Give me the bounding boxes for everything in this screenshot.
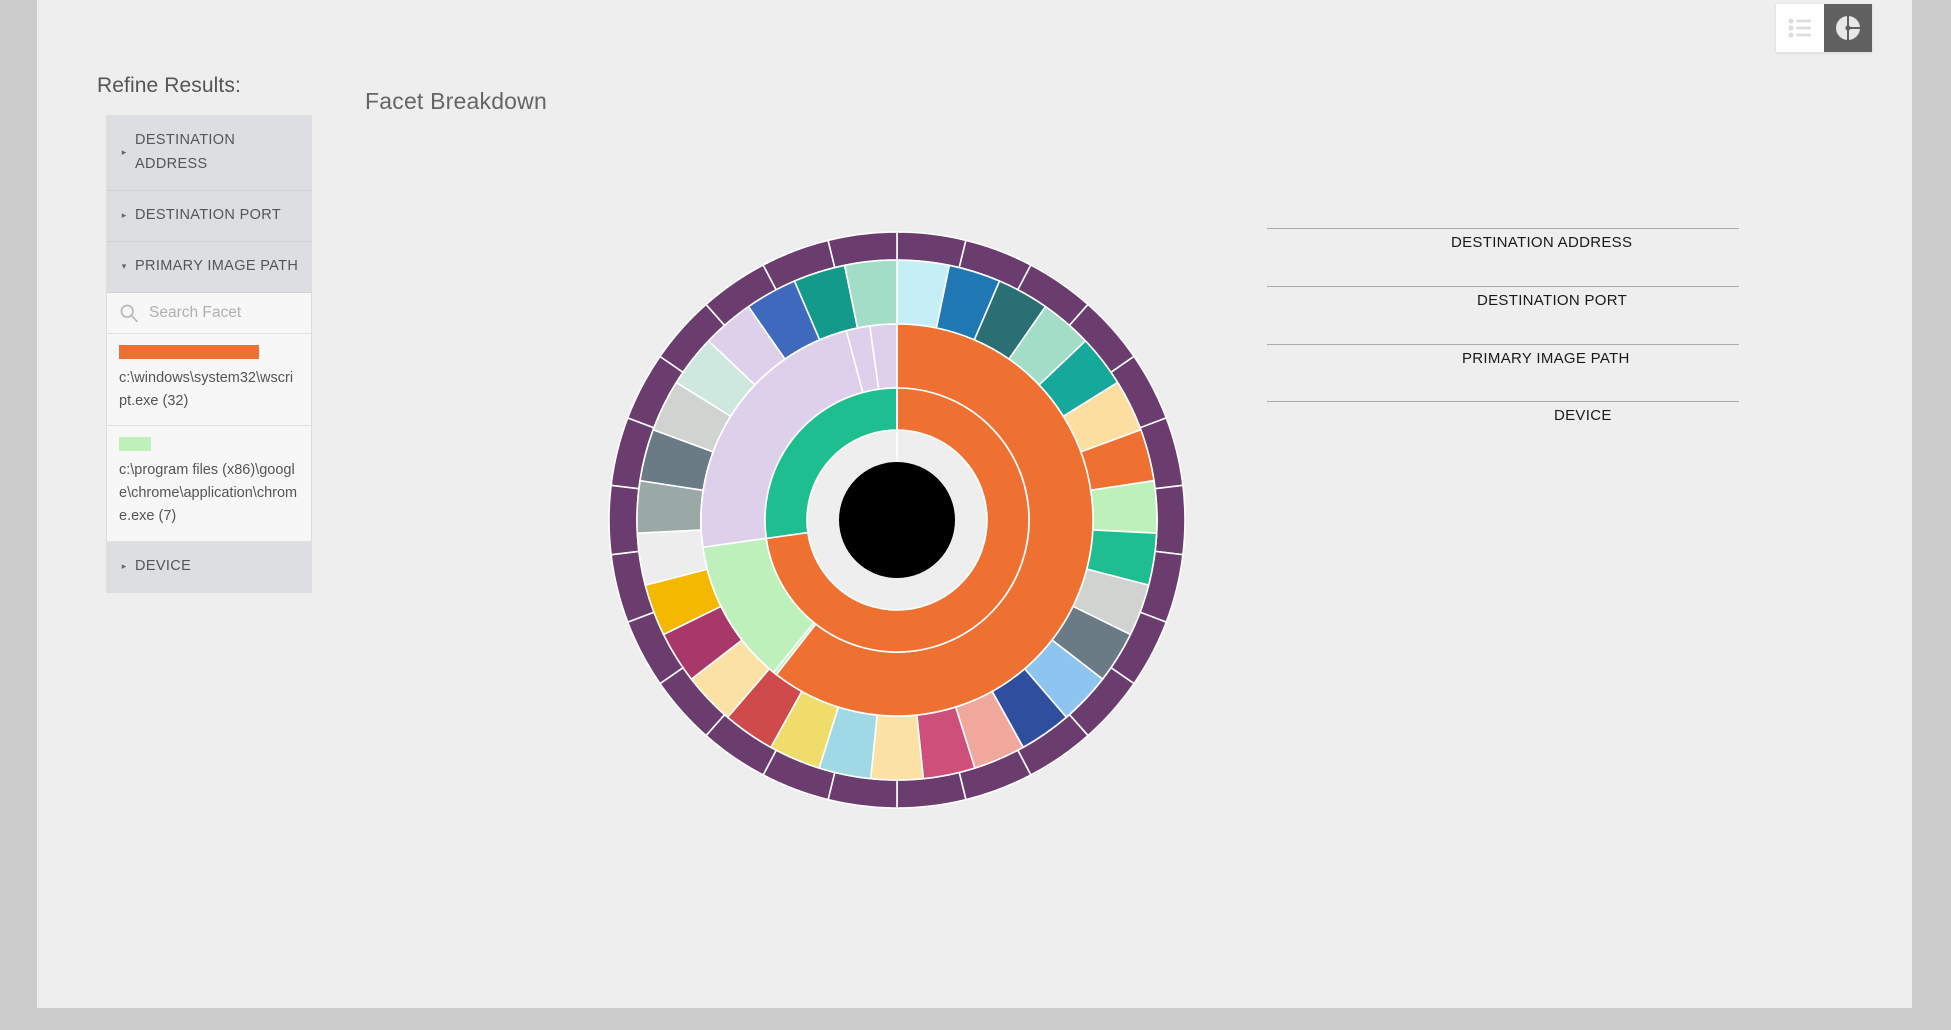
legend-leader-line: [1267, 286, 1739, 287]
search-facet-input[interactable]: [147, 302, 301, 323]
chevron-right-icon: [117, 211, 131, 220]
legend-label-destination-port: DESTINATION PORT: [1477, 292, 1628, 309]
app-root: Refine Results: DESTINATION ADDRESS DEST…: [0, 0, 1951, 1008]
sunburst-center: [839, 462, 955, 578]
facet-value-item[interactable]: c:\program files (x86)\google\chrome\app…: [107, 426, 311, 542]
legend-label-primary-image-path: PRIMARY IMAGE PATH: [1462, 350, 1630, 367]
pie-chart-icon: [1836, 15, 1861, 41]
legend-leader-line: [1267, 344, 1739, 345]
facet-header-label: DESTINATION ADDRESS: [135, 132, 236, 172]
list-view-button[interactable]: [1776, 4, 1824, 52]
page-surface: Refine Results: DESTINATION ADDRESS DEST…: [37, 0, 1912, 1008]
chart-view-button[interactable]: [1824, 4, 1872, 52]
facet-header-label: DESTINATION PORT: [135, 206, 282, 223]
facet-value-bar: [119, 437, 152, 452]
sunburst-segment[interactable]: [608, 484, 640, 556]
chevron-right-icon: [117, 148, 131, 157]
legend-leader-line: [1267, 401, 1739, 402]
sunburst-chart[interactable]: [597, 195, 1207, 1025]
facet-value-label: c:\windows\system32\wscript.exe (32): [119, 369, 294, 409]
sunburst-segment[interactable]: [1154, 484, 1186, 556]
list-icon: [1788, 18, 1811, 38]
facet-header-destination-port[interactable]: DESTINATION PORT: [107, 190, 311, 242]
page-title: Facet Breakdown: [365, 88, 547, 114]
chevron-down-icon: [117, 262, 131, 271]
facet-value-bar: [119, 344, 260, 359]
facet-search-row[interactable]: [107, 292, 311, 334]
facet-header-label: PRIMARY IMAGE PATH: [135, 257, 299, 274]
sunburst-segment[interactable]: [869, 714, 925, 781]
legend-label-destination-address: DESTINATION ADDRESS: [1451, 234, 1633, 251]
facet-value-label: c:\program files (x86)\google\chrome\app…: [119, 462, 298, 525]
facet-panel: DESTINATION ADDRESS DESTINATION PORT PRI…: [106, 115, 312, 593]
legend-leader-line: [1267, 228, 1739, 229]
chevron-right-icon: [117, 562, 131, 571]
facet-value-item[interactable]: c:\windows\system32\wscript.exe (32): [107, 333, 311, 427]
facet-header-label: DEVICE: [135, 557, 192, 574]
facet-header-destination-address[interactable]: DESTINATION ADDRESS: [107, 116, 311, 191]
legend-label-device: DEVICE: [1554, 407, 1612, 424]
facet-header-primary-image-path[interactable]: PRIMARY IMAGE PATH: [107, 241, 311, 293]
refine-results-title: Refine Results:: [97, 74, 241, 97]
view-toggle-group[interactable]: [1776, 4, 1872, 52]
sunburst-segment[interactable]: [1089, 479, 1158, 535]
sunburst-svg[interactable]: [597, 195, 1207, 1025]
search-icon: [119, 302, 141, 324]
facet-header-device[interactable]: DEVICE: [107, 541, 311, 592]
